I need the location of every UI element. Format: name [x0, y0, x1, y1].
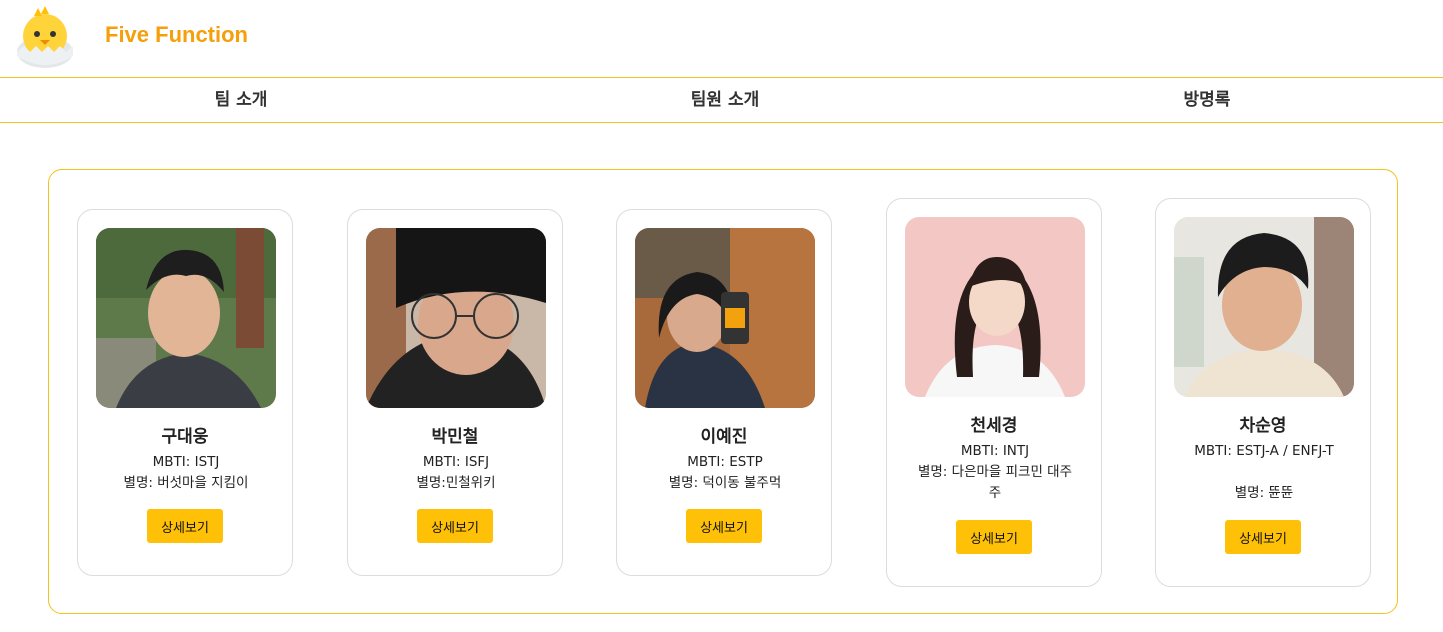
detail-button[interactable]: 상세보기 [1225, 520, 1301, 554]
detail-button[interactable]: 상세보기 [956, 520, 1032, 554]
member-nickname: 별명:민철위키 [416, 475, 496, 491]
member-nickname: 별명: 다은마을 피크민 대주주 [917, 464, 1073, 501]
member-name: 구대웅 [161, 427, 209, 447]
detail-button[interactable]: 상세보기 [686, 509, 762, 543]
member-mbti: MBTI: ISTJ [152, 454, 220, 470]
member-mbti: MBTI: ESTJ-A / ENFJ-T [1194, 443, 1334, 459]
chick-icon[interactable] [14, 4, 76, 68]
members-panel: 구대웅 MBTI: ISTJ 별명: 버섯마을 지킴이 상세보기 박민철 MBT… [48, 169, 1398, 614]
member-card: 이예진 MBTI: ESTP 별명: 덕이동 불주먹 상세보기 [616, 209, 832, 576]
member-photo [635, 228, 815, 408]
member-card: 차순영 MBTI: ESTJ-A / ENFJ-T 별명: 뜐뜐 상세보기 [1155, 198, 1371, 587]
site-header: Five Function [0, 0, 1443, 77]
member-card: 구대웅 MBTI: ISTJ 별명: 버섯마을 지킴이 상세보기 [77, 209, 293, 576]
member-mbti: MBTI: INTJ [960, 443, 1030, 459]
brand-title[interactable]: Five Function [105, 22, 248, 48]
member-nickname: 별명: 버섯마을 지킴이 [123, 475, 249, 491]
nav-guestbook[interactable]: 방명록 [1107, 78, 1307, 122]
member-mbti: MBTI: ESTP [687, 454, 763, 470]
detail-button[interactable]: 상세보기 [147, 509, 223, 543]
nav-member-intro[interactable]: 팀원 소개 [625, 78, 825, 122]
member-name: 천세경 [970, 416, 1018, 436]
main-nav: 팀 소개 팀원 소개 방명록 [0, 77, 1443, 123]
member-name: 차순영 [1239, 416, 1287, 436]
member-photo [905, 217, 1085, 397]
member-nickname: 별명: 덕이동 불주먹 [668, 475, 782, 491]
member-card: 천세경 MBTI: INTJ 별명: 다은마을 피크민 대주주 상세보기 [886, 198, 1102, 587]
member-name: 이예진 [700, 427, 748, 447]
member-photo [366, 228, 546, 408]
member-photo [96, 228, 276, 408]
member-name: 박민철 [431, 427, 479, 447]
nav-team-intro[interactable]: 팀 소개 [141, 78, 341, 122]
member-photo [1174, 217, 1354, 397]
detail-button[interactable]: 상세보기 [417, 509, 493, 543]
member-card: 박민철 MBTI: ISFJ 별명:민철위키 상세보기 [347, 209, 563, 576]
member-mbti: MBTI: ISFJ [422, 454, 490, 470]
member-nickname: 별명: 뜐뜐 [1234, 485, 1294, 501]
